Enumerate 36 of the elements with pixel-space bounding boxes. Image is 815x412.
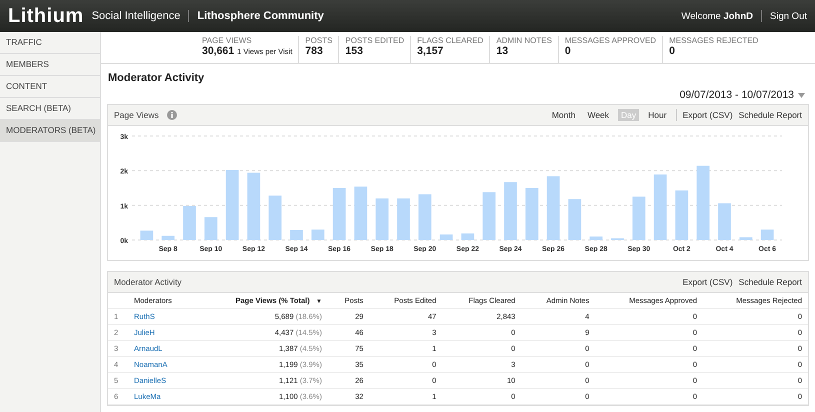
stat-value: 0 [669,45,675,57]
community-name: Lithosphere Community [197,10,324,22]
period-tab[interactable]: Hour [645,109,670,121]
stat-value: 0 [564,45,571,57]
product-name: Social Intelligence [92,10,180,22]
stat-value: 783 [305,45,323,57]
stat-label: FLAGS CLEARED [417,36,484,45]
stat-value: 13 [496,45,508,57]
stat-label: POSTS EDITED [345,36,404,45]
period-tab[interactable]: Month [548,109,578,121]
caret-icon [798,92,805,98]
sidebar-item[interactable]: MEMBERS [0,54,100,76]
sidebar-item[interactable]: CONTENT [0,76,100,98]
stat-label: MESSAGES REJECTED [669,36,758,45]
sidebar-item[interactable]: MODERATORS (BETA) [0,120,100,142]
stat-label: MESSAGES APPROVED [564,36,656,45]
date-range-dropdown[interactable]: 09/07/2013 - 10/07/2013 [680,89,805,101]
stat-label: PAGE VIEWS [202,36,253,45]
stat-label: ADMIN NOTES [496,36,552,45]
period-tab[interactable]: Week [584,109,612,121]
panel-action-link[interactable]: Schedule Report [738,110,802,120]
info-icon[interactable] [166,110,177,120]
stat-label: POSTS [305,36,332,45]
sidebar-item[interactable]: TRAFFIC [0,32,100,54]
panel-action-link[interactable]: Schedule Report [738,277,802,287]
sign-out-link[interactable]: Sign Out [770,10,807,22]
stat-value: 153 [345,45,363,57]
logo: Lithium [8,4,84,28]
stat-value: 3,157 [417,45,444,57]
panel-title: Moderator Activity [114,277,182,287]
page-title: Moderator Activity [108,72,206,84]
stat-value: 30,661 [202,45,234,57]
panel-title: Page Views [114,110,159,120]
welcome-text: Welcome JohnD [681,10,754,22]
panel-action-link[interactable]: Export (CSV) [682,110,733,120]
panel-action-link[interactable]: Export (CSV) [682,277,733,287]
